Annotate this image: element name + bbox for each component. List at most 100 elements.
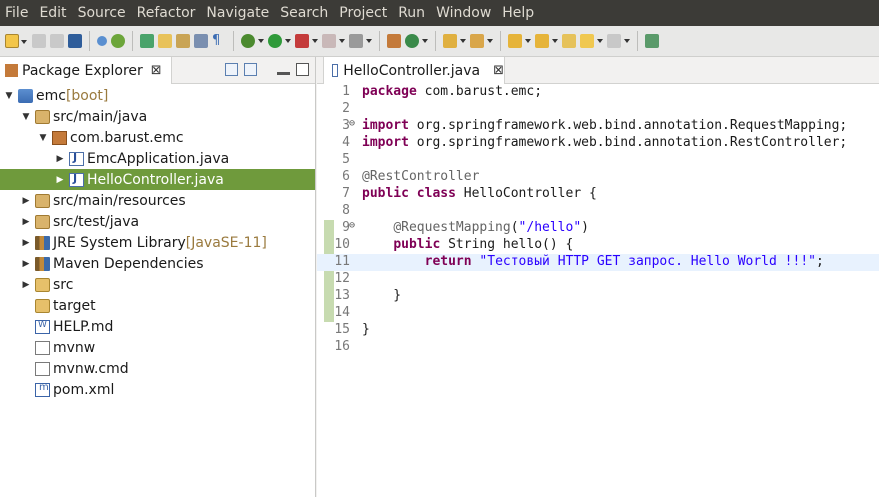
code-token: } bbox=[362, 288, 402, 303]
external-tools-icon[interactable] bbox=[349, 34, 372, 48]
back-icon[interactable] bbox=[580, 34, 603, 48]
pin-editor-icon[interactable] bbox=[645, 34, 659, 48]
expanded-arrow-icon[interactable]: ▼ bbox=[21, 112, 31, 122]
code-line[interactable]: 12 bbox=[317, 271, 879, 288]
code-line[interactable]: 10 public String hello() { bbox=[317, 237, 879, 254]
close-icon[interactable]: ⊠ bbox=[493, 63, 504, 78]
collapsed-arrow-icon[interactable]: ▶ bbox=[55, 175, 65, 185]
expanded-arrow-icon[interactable]: ▼ bbox=[4, 91, 14, 101]
collapse-all-icon[interactable] bbox=[225, 63, 238, 76]
code-line[interactable]: 4 import org.springframework.web.bind.ann… bbox=[317, 135, 879, 152]
tree-item[interactable]: mvnw bbox=[0, 337, 315, 358]
skip-breakpoints-icon[interactable] bbox=[97, 36, 107, 46]
tree-item[interactable]: ▶ src/main/resources bbox=[0, 190, 315, 211]
code-line[interactable]: 7 public class HelloController { bbox=[317, 186, 879, 203]
block-selection-icon[interactable] bbox=[194, 34, 208, 48]
terminal-icon[interactable] bbox=[68, 34, 82, 48]
new-icon[interactable] bbox=[5, 34, 27, 48]
collapsed-arrow-icon[interactable]: ▶ bbox=[21, 238, 31, 248]
collapsed-arrow-icon[interactable]: ▶ bbox=[21, 280, 31, 290]
tree-item[interactable]: ▼ src/main/java bbox=[0, 106, 315, 127]
code-line[interactable]: 6 @RestController bbox=[317, 169, 879, 186]
tree-item[interactable]: ▼ com.barust.emc bbox=[0, 127, 315, 148]
code-line[interactable]: 2 bbox=[317, 101, 879, 118]
menu-refactor[interactable]: Refactor bbox=[137, 5, 196, 21]
debug-icon[interactable] bbox=[241, 34, 264, 48]
link-with-editor-icon[interactable] bbox=[244, 63, 257, 76]
show-whitespace-icon[interactable]: ¶ bbox=[212, 34, 226, 48]
collapsed-arrow-icon[interactable]: ▶ bbox=[21, 217, 31, 227]
tree-item[interactable]: HELP.md bbox=[0, 316, 315, 337]
tree-item-label: mvnw bbox=[53, 339, 96, 356]
editor-tab-title: HelloController.java bbox=[343, 62, 481, 79]
tree-item[interactable]: pom.xml bbox=[0, 379, 315, 400]
tree-item[interactable]: ▶ src bbox=[0, 274, 315, 295]
fold-toggle-icon[interactable]: ⊖ bbox=[349, 220, 355, 231]
menu-search[interactable]: Search bbox=[280, 5, 328, 21]
open-task-icon[interactable] bbox=[443, 34, 466, 48]
code-line[interactable]: 11 return "Тестовый HTTP GET запрос. Hel… bbox=[317, 254, 879, 271]
last-edit-location-icon[interactable] bbox=[562, 34, 576, 48]
tree-item[interactable]: mvnw.cmd bbox=[0, 358, 315, 379]
coverage-icon[interactable] bbox=[295, 34, 318, 48]
save-all-icon[interactable] bbox=[50, 34, 64, 48]
collapsed-arrow-icon[interactable]: ▶ bbox=[55, 154, 65, 164]
menu-file[interactable]: File bbox=[5, 5, 28, 21]
tree-item[interactable]: ▶ HelloController.java bbox=[0, 169, 315, 190]
collapsed-arrow-icon[interactable]: ▶ bbox=[21, 259, 31, 269]
tab-package-explorer[interactable]: Package Explorer ⊠ bbox=[0, 57, 172, 84]
code-token: HelloController { bbox=[455, 186, 597, 201]
menu-run[interactable]: Run bbox=[398, 5, 425, 21]
menu-help[interactable]: Help bbox=[502, 5, 534, 21]
code-line[interactable]: 1 package com.barust.emc; bbox=[317, 84, 879, 101]
tab-hello-controller[interactable]: HelloController.java ⊠ bbox=[323, 57, 505, 84]
tree-item-label: mvnw.cmd bbox=[53, 360, 129, 377]
open-type-icon[interactable] bbox=[140, 34, 154, 48]
tree-item[interactable]: ▼ emc [boot] bbox=[0, 85, 315, 106]
highlight-icon[interactable] bbox=[158, 34, 172, 48]
new-java-class-icon[interactable] bbox=[405, 34, 428, 48]
run-icon[interactable] bbox=[268, 34, 291, 48]
line-number: 4 bbox=[342, 135, 350, 150]
package-icon bbox=[52, 130, 67, 145]
line-number: 7 bbox=[342, 186, 350, 201]
fold-toggle-icon[interactable]: ⊖ bbox=[349, 118, 355, 129]
toggle-mark-icon[interactable] bbox=[176, 34, 190, 48]
spring-boot-dashboard-icon[interactable] bbox=[111, 34, 125, 48]
new-java-package-icon[interactable] bbox=[387, 34, 401, 48]
code-line[interactable]: 5 bbox=[317, 152, 879, 169]
code-area[interactable]: 1 package com.barust.emc; 2 3 ⊖ import org.sp… bbox=[317, 84, 879, 356]
menu-window[interactable]: Window bbox=[436, 5, 491, 21]
save-icon[interactable] bbox=[32, 34, 46, 48]
tree-item[interactable]: ▶ src/test/java bbox=[0, 211, 315, 232]
stop-icon[interactable] bbox=[322, 34, 345, 48]
code-line[interactable]: 13 } bbox=[317, 288, 879, 305]
code-line[interactable]: 14 bbox=[317, 305, 879, 322]
previous-annotation-icon[interactable] bbox=[535, 34, 558, 48]
code-line[interactable]: 15} bbox=[317, 322, 879, 339]
forward-icon[interactable] bbox=[607, 34, 630, 48]
menu-project[interactable]: Project bbox=[339, 5, 387, 21]
expanded-arrow-icon[interactable]: ▼ bbox=[38, 133, 48, 143]
tree-item[interactable]: ▶ EmcApplication.java bbox=[0, 148, 315, 169]
search-icon[interactable] bbox=[470, 34, 493, 48]
minimize-icon[interactable] bbox=[277, 72, 290, 75]
code-line[interactable]: 16 bbox=[317, 339, 879, 356]
code-line[interactable]: 3 ⊖ import org.springframework.web.bind.an… bbox=[317, 118, 879, 135]
tree-item[interactable]: ▶ Maven Dependencies bbox=[0, 253, 315, 274]
tree-item[interactable]: target bbox=[0, 295, 315, 316]
java-file-icon bbox=[332, 64, 339, 77]
close-icon[interactable]: ⊠ bbox=[151, 63, 162, 78]
code-line[interactable]: 8 bbox=[317, 203, 879, 220]
collapsed-arrow-icon[interactable]: ▶ bbox=[21, 196, 31, 206]
menu-edit[interactable]: Edit bbox=[39, 5, 66, 21]
next-annotation-icon[interactable] bbox=[508, 34, 531, 48]
menu-source[interactable]: Source bbox=[78, 5, 126, 21]
menu-navigate[interactable]: Navigate bbox=[206, 5, 269, 21]
view-menu-icon[interactable] bbox=[263, 63, 271, 76]
tree-item[interactable]: ▶ JRE System Library [JavaSE-11] bbox=[0, 232, 315, 253]
code-line[interactable]: 9 ⊖ @RequestMapping("/hello") bbox=[317, 220, 879, 237]
maximize-icon[interactable] bbox=[296, 63, 309, 76]
